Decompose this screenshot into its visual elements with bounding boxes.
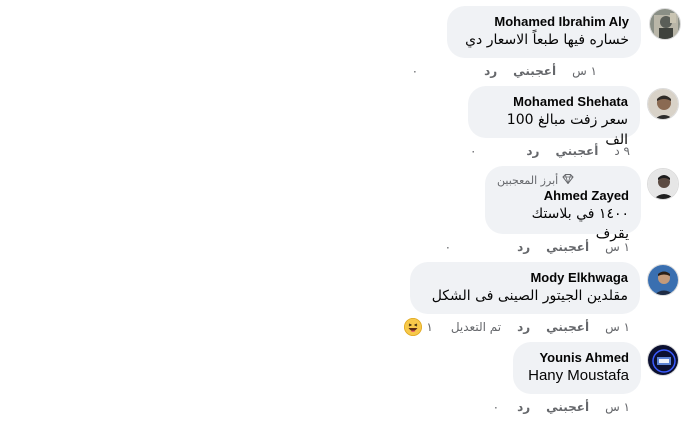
haha-reaction-icon[interactable] bbox=[404, 318, 423, 336]
comment-actions: ٩ د أعجبني رد ٠ bbox=[370, 142, 630, 160]
reaction-count: ٠ bbox=[411, 64, 419, 78]
reaction-count: ٠ bbox=[469, 144, 477, 158]
avatar[interactable] bbox=[647, 264, 679, 296]
avatar[interactable] bbox=[647, 344, 679, 376]
like-button[interactable]: أعجبني bbox=[513, 64, 556, 78]
comments-panel: Mohamed Ibrahim Aly خساره فيها طبعاً الا… bbox=[0, 0, 687, 426]
edited-label[interactable]: تم التعديل bbox=[451, 320, 501, 334]
reply-button[interactable]: رد bbox=[484, 64, 497, 78]
like-button[interactable]: أعجبني bbox=[546, 320, 589, 334]
reaction-count: ٠ bbox=[492, 400, 500, 414]
reply-button[interactable]: رد bbox=[517, 400, 530, 414]
comment-actions: ١ س أعجبني رد ٠ bbox=[370, 238, 630, 256]
tagged-user-link[interactable]: Hany Moustafa bbox=[525, 366, 629, 386]
comment-text: خساره فيها طبعاً الاسعار دي bbox=[465, 32, 629, 48]
comment-actions: ١ س أعجبني رد ٠ bbox=[370, 398, 630, 416]
comment-author[interactable]: Mohamed Ibrahim Aly bbox=[459, 14, 629, 30]
comment-time[interactable]: ١ س bbox=[605, 240, 630, 254]
like-button[interactable]: أعجبني bbox=[555, 144, 598, 158]
badge-label: أبرز المعجبين bbox=[497, 174, 559, 187]
reply-button[interactable]: رد bbox=[517, 240, 530, 254]
comment-author[interactable]: Ahmed Zayed bbox=[497, 188, 629, 204]
comment-bubble: Younis Ahmed Hany Moustafa bbox=[513, 342, 641, 394]
comment-author[interactable]: Mohamed Shehata bbox=[480, 94, 628, 110]
reply-button[interactable]: رد bbox=[517, 320, 530, 334]
comment-time[interactable]: ٩ د bbox=[614, 144, 630, 158]
like-button[interactable]: أعجبني bbox=[546, 400, 589, 414]
comment-actions: ١ س أعجبني رد تم التعديل ١ bbox=[400, 318, 630, 336]
avatar[interactable] bbox=[647, 168, 679, 200]
comment-time[interactable]: ١ س bbox=[605, 400, 630, 414]
reaction-count: ٠ bbox=[444, 240, 452, 254]
comment-author[interactable]: Younis Ahmed bbox=[525, 350, 629, 366]
comment-bubble: Mody Elkhwaga مقلدين الجيتور الصينى فى ا… bbox=[410, 262, 640, 314]
comment-bubble: Mohamed Shehata سعر زفت مبالغ 100 الف bbox=[468, 86, 640, 148]
comment-bubble: Mohamed Ibrahim Aly خساره فيها طبعاً الا… bbox=[447, 6, 641, 58]
top-fan-badge: أبرز المعجبين bbox=[497, 174, 629, 188]
avatar[interactable] bbox=[649, 8, 681, 40]
comment-author[interactable]: Mody Elkhwaga bbox=[422, 270, 628, 286]
diamond-icon bbox=[562, 174, 574, 188]
reply-button[interactable]: رد bbox=[526, 144, 539, 158]
avatar[interactable] bbox=[647, 88, 679, 120]
comment-text: مقلدين الجيتور الصينى فى الشكل bbox=[431, 288, 628, 304]
like-button[interactable]: أعجبني bbox=[546, 240, 589, 254]
comment-bubble: أبرز المعجبين Ahmed Zayed ١٤٠٠ في بلاستك… bbox=[485, 166, 641, 242]
reaction-count: ١ bbox=[426, 320, 433, 334]
comment-actions: ١ س أعجبني رد ٠ bbox=[347, 62, 597, 80]
comment-time[interactable]: ١ س bbox=[572, 64, 597, 78]
comment-time[interactable]: ١ س bbox=[605, 320, 630, 334]
